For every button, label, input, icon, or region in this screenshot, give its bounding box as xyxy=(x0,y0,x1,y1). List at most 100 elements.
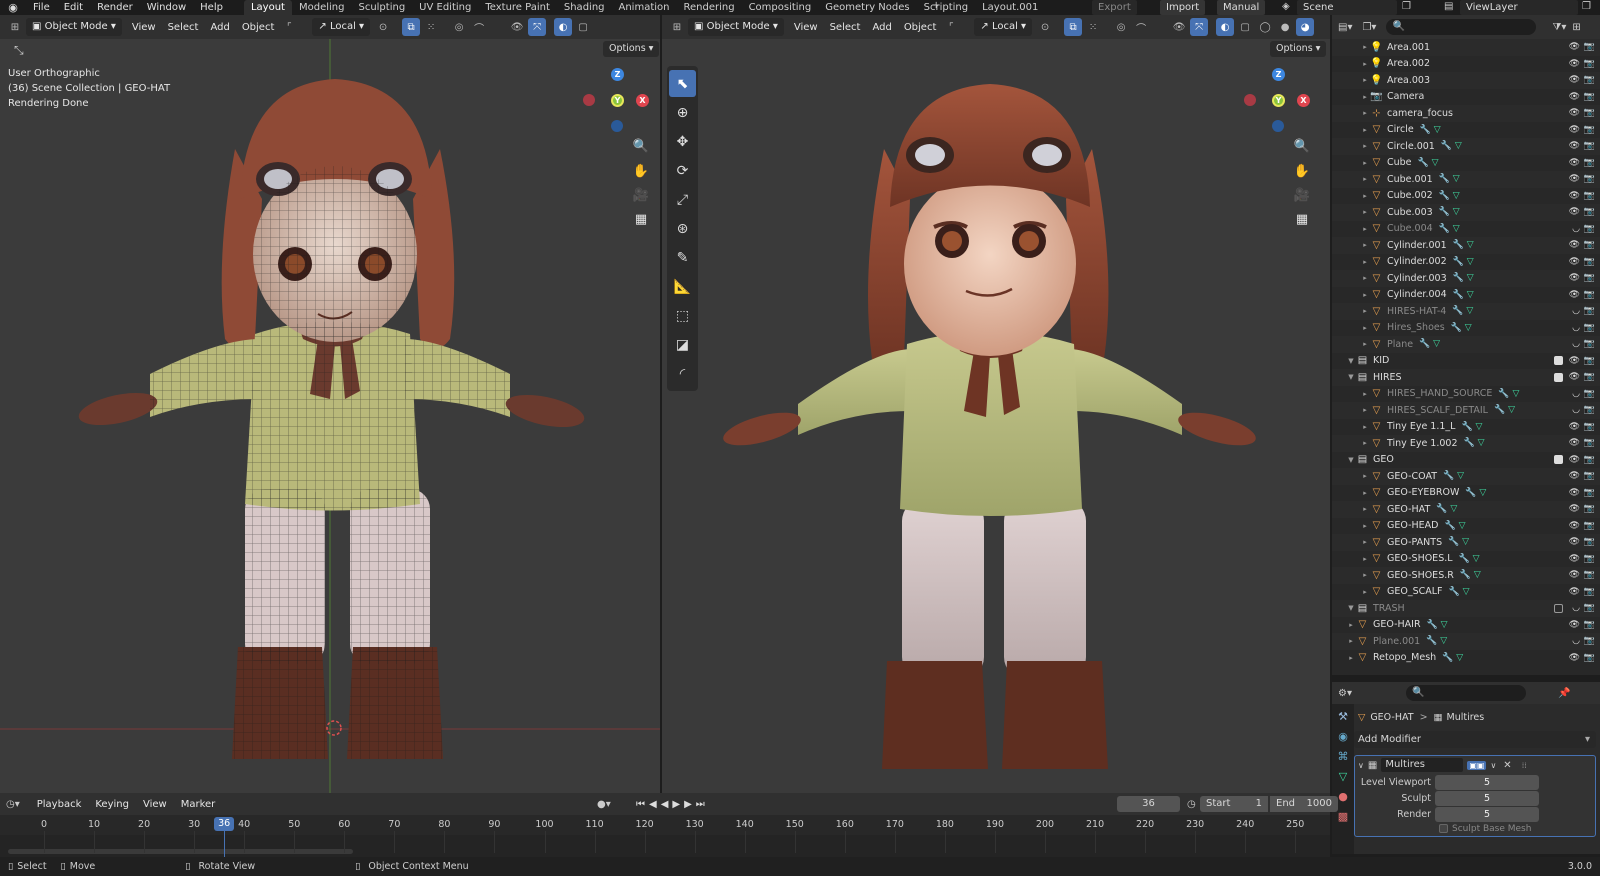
pivot-icon[interactable]: ⊙ xyxy=(374,18,392,36)
disclosure-triangle-icon[interactable]: ▸ xyxy=(1360,505,1370,513)
visibility-eye-icon[interactable]: 👁 xyxy=(1569,158,1580,168)
playback-controls[interactable]: ⏮◀◀▶▶⏭ xyxy=(636,799,709,810)
modifier-badge-icon[interactable]: 🔧 ▽ xyxy=(1459,554,1480,564)
modifier-badge-icon[interactable]: 🔧 ▽ xyxy=(1426,636,1447,646)
visibility-eye-icon[interactable]: 👁 xyxy=(1569,240,1580,250)
render-camera-icon[interactable]: 📷 xyxy=(1584,306,1595,316)
render-camera-icon[interactable]: 📷 xyxy=(1584,92,1595,102)
render-camera-icon[interactable]: 📷 xyxy=(1584,59,1595,69)
outliner-row[interactable]: ▸ ▽ GEO-HEAD 🔧 ▽ 👁 📷 xyxy=(1332,518,1600,535)
render-camera-icon[interactable]: 📷 xyxy=(1584,422,1595,432)
outliner-row[interactable]: ▸ ▽ GEO-COAT 🔧 ▽ 👁 📷 xyxy=(1332,468,1600,485)
right-mode-selector[interactable]: ▣ Object Mode ▾ xyxy=(688,18,784,36)
constraints-tab-icon[interactable]: ⌘ xyxy=(1338,750,1349,763)
visibility-eye-icon[interactable]: 👁 xyxy=(1569,191,1580,201)
visibility-eye-icon[interactable]: 👁 xyxy=(1569,422,1580,432)
outliner-row[interactable]: ▸ ▽ GEO-PANTS 🔧 ▽ 👁 📷 xyxy=(1332,534,1600,551)
render-camera-icon[interactable]: 📷 xyxy=(1584,257,1595,267)
visibility-eye-icon[interactable]: 👁 xyxy=(1569,488,1580,498)
visibility-eye-icon[interactable]: 👁 xyxy=(1569,59,1580,69)
right-orientation-selector[interactable]: ↗ Local ▾ xyxy=(974,18,1033,36)
visibility-eye-icon[interactable]: 👁 xyxy=(1569,438,1580,448)
timeline-ruler[interactable]: 0 10 20 30 40 50 60 70 80 90 100 110 120 130 140 150 160… xyxy=(0,815,1330,857)
proportional-edit-icon[interactable]: ◎ xyxy=(450,18,468,36)
gizmo-z-axis[interactable]: Z xyxy=(1272,68,1285,81)
outliner-row[interactable]: ▸ ▽ Plane 🔧 ▽ ◡ 📷 xyxy=(1332,336,1600,353)
camera-view-icon[interactable]: 🎥 xyxy=(630,184,652,206)
menu-file[interactable]: File xyxy=(26,2,57,13)
modifier-badge-icon[interactable]: 🔧 ▽ xyxy=(1427,620,1448,630)
disclosure-triangle-icon[interactable]: ▸ xyxy=(1360,60,1370,68)
visibility-eye-icon[interactable]: ◡ xyxy=(1572,306,1580,316)
properties-editor-icon[interactable]: ⚙▾ xyxy=(1338,688,1352,699)
outliner-editor-icon[interactable]: ▤▾ xyxy=(1338,22,1352,33)
disclosure-triangle-icon[interactable]: ▸ xyxy=(1346,637,1356,645)
disclosure-triangle-icon[interactable]: ▸ xyxy=(1360,225,1370,233)
expand-chevron-icon[interactable]: ▼ xyxy=(1346,357,1356,365)
drag-handle-icon[interactable]: ⁞⁞ xyxy=(1522,761,1527,770)
render-camera-icon[interactable]: 📷 xyxy=(1584,620,1595,630)
collection-checkbox[interactable] xyxy=(1554,372,1563,382)
collection-checkbox[interactable] xyxy=(1554,356,1563,366)
left-mode-selector[interactable]: ▣ Object Mode ▾ xyxy=(26,18,122,36)
pivot-icon[interactable]: ⊙ xyxy=(1036,18,1054,36)
visibility-eye-icon[interactable]: ◡ xyxy=(1572,323,1580,333)
outliner-row[interactable]: ▸ ▽ Circle 🔧 ▽ 👁 📷 xyxy=(1332,122,1600,139)
remove-modifier-icon[interactable]: ✕ xyxy=(1503,760,1511,771)
snap-target-icon[interactable]: ⁙ xyxy=(422,18,440,36)
modifier-badge-icon[interactable]: 🔧 ▽ xyxy=(1420,125,1441,135)
tab-uv-editing[interactable]: UV Editing xyxy=(412,0,478,15)
sculpt-base-mesh-checkbox[interactable] xyxy=(1439,824,1448,833)
right-menu-add[interactable]: Add xyxy=(866,22,897,33)
tab-texture-paint[interactable]: Texture Paint xyxy=(478,0,557,15)
expand-chevron-icon[interactable]: ▼ xyxy=(1346,373,1356,381)
right-options-button[interactable]: Options ▾ xyxy=(1270,41,1327,57)
disclosure-triangle-icon[interactable]: ▸ xyxy=(1360,522,1370,530)
tab-sculpting[interactable]: Sculpting xyxy=(351,0,412,15)
gizmo-x-axis[interactable]: X xyxy=(1297,94,1310,107)
timeline-scrollbar[interactable] xyxy=(8,849,353,854)
visibility-eye-icon[interactable]: 👁 xyxy=(1569,504,1580,514)
disclosure-triangle-icon[interactable]: ▸ xyxy=(1360,489,1370,497)
visibility-eye-icon[interactable]: 👁 xyxy=(1569,174,1580,184)
falloff-icon[interactable]: ⌒ xyxy=(1132,18,1150,36)
render-camera-icon[interactable]: 📷 xyxy=(1584,174,1595,184)
field-value[interactable]: 5 xyxy=(1435,806,1539,822)
timeline-menu-view[interactable]: View xyxy=(136,799,174,810)
snap-icon[interactable]: ⧉ xyxy=(402,18,421,36)
outliner-row[interactable]: ▸ 💡 Area.001 👁 📷 xyxy=(1332,39,1600,56)
visibility-eye-icon[interactable]: ◡ xyxy=(1572,389,1580,399)
render-camera-icon[interactable]: 📷 xyxy=(1584,405,1595,415)
visibility-eye-icon[interactable]: 👁 xyxy=(1569,455,1580,465)
measure-tool-icon[interactable]: 📐 xyxy=(669,273,696,300)
render-camera-icon[interactable]: 📷 xyxy=(1584,554,1595,564)
tab-modeling[interactable]: Modeling xyxy=(292,0,352,15)
collection-checkbox[interactable] xyxy=(1554,455,1563,465)
outliner-row[interactable]: ▸ ▽ GEO-SHOES.R 🔧 ▽ 👁 📷 xyxy=(1332,567,1600,584)
render-camera-icon[interactable]: 📷 xyxy=(1584,356,1595,366)
outliner-search-input[interactable]: 🔍 xyxy=(1386,19,1537,35)
render-camera-icon[interactable]: 📷 xyxy=(1584,653,1595,663)
cursor-tool-icon[interactable]: ⊕ xyxy=(669,99,696,126)
outliner-row[interactable]: ▸ ▽ Circle.001 🔧 ▽ 👁 📷 xyxy=(1332,138,1600,155)
gizmo-neg-z-axis[interactable] xyxy=(1272,120,1284,132)
proportional-edit-icon[interactable]: ◎ xyxy=(1112,18,1130,36)
timeline-menu-keying[interactable]: Keying xyxy=(88,799,136,810)
modifier-menu-icon[interactable]: ∨ xyxy=(1490,761,1496,770)
right-3d-viewport[interactable]: Options ▾ ⬉ ⊕ ✥ ⟳ ⤢ ⊛ ✎ 📐 ⬚ ◪ ◜ Z X Y 🔍 … xyxy=(662,39,1330,793)
disclosure-triangle-icon[interactable]: ▸ xyxy=(1360,307,1370,315)
left-menu-object[interactable]: Object xyxy=(236,22,281,33)
modifier-badge-icon[interactable]: 🔧 ▽ xyxy=(1439,191,1460,201)
left-menu-select[interactable]: Select xyxy=(162,22,205,33)
pin-icon[interactable]: 📌 xyxy=(1558,688,1570,699)
xray-icon[interactable]: ▢ xyxy=(574,18,592,36)
render-camera-icon[interactable]: 📷 xyxy=(1584,141,1595,151)
render-camera-icon[interactable]: 📷 xyxy=(1584,603,1595,613)
gizmo-y-axis[interactable]: Y xyxy=(1272,94,1285,107)
side-panel-divider[interactable] xyxy=(1330,15,1332,857)
modifier-badge-icon[interactable]: 🔧 ▽ xyxy=(1461,422,1482,432)
outliner-row[interactable]: ▸ ▽ Cylinder.001 🔧 ▽ 👁 📷 xyxy=(1332,237,1600,254)
falloff-icon[interactable]: ⌒ xyxy=(470,18,488,36)
visibility-eye-icon[interactable]: 👁 xyxy=(1569,620,1580,630)
render-camera-icon[interactable]: 📷 xyxy=(1584,570,1595,580)
